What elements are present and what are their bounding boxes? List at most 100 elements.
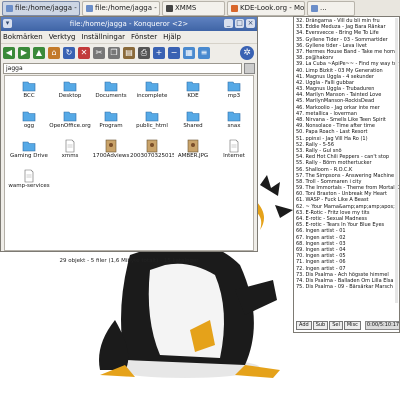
file-item[interactable]: OpenOffice.org: [48, 108, 92, 134]
file-item[interactable]: KDE: [171, 78, 215, 104]
folder-icon: [186, 108, 200, 122]
file-item[interactable]: xmms: [48, 138, 92, 164]
file-item[interactable]: BCC: [7, 78, 51, 104]
location-go-button[interactable]: [244, 62, 255, 74]
document-icon: [63, 138, 77, 153]
file-item[interactable]: Internet: [212, 138, 256, 164]
file-item[interactable]: AMBER.JPG: [171, 138, 215, 164]
playlist-item[interactable]: 39. La Cuba ~ApiPe~~ - Find my way to yo…: [296, 61, 399, 67]
kde-gear-icon[interactable]: ✲: [240, 46, 254, 60]
window-icon: [311, 4, 318, 12]
playlist[interactable]: 32. Drängarna - Vill du bli min fru 33. E…: [296, 18, 399, 303]
window-title: file:/home/jagga - Konqueror <2>: [69, 20, 189, 28]
location-input[interactable]: jagga: [3, 62, 242, 74]
file-item-label: OpenOffice.org: [49, 123, 91, 129]
taskbar-item-konqueror-1[interactable]: file:/home/jagga - Konq...: [2, 0, 80, 16]
taskbar-item-more[interactable]: ...: [307, 0, 355, 16]
taskbar-item-kde-look[interactable]: KDE-Look.org - Mo...: [227, 0, 305, 16]
file-item[interactable]: public_html: [130, 108, 174, 134]
file-item-label: Gaming Drive: [10, 153, 48, 159]
file-item[interactable]: Shared: [171, 108, 215, 134]
file-item[interactable]: Gaming Drive: [7, 138, 51, 164]
file-item[interactable]: Documents: [89, 78, 133, 104]
icon-view-icon[interactable]: ▦: [183, 47, 195, 59]
file-item[interactable]: 2003070325015 3.jpg: [130, 138, 174, 164]
stop-icon[interactable]: ✕: [78, 47, 90, 59]
home-icon[interactable]: ⌂: [48, 47, 60, 59]
folder-icon: [22, 78, 36, 92]
cut-icon[interactable]: ✂: [93, 47, 105, 59]
browser-icon: [231, 4, 238, 12]
playlist-item[interactable]: 75. Dis Psalma - 09 - Bärsärkar Marsch: [296, 284, 399, 290]
playlist-sub-button[interactable]: Sub: [312, 321, 329, 330]
file-view[interactable]: BCC Desktop Documents incomplete KDE mp3 ogg Op…: [4, 75, 254, 251]
file-item-label: wamp-services: [8, 183, 50, 189]
folder-icon: [227, 78, 241, 92]
folder-icon: [22, 138, 36, 152]
reload-icon[interactable]: ↻: [63, 47, 75, 59]
playlist-scrollbar[interactable]: [395, 18, 398, 303]
file-item-label: Shared: [183, 123, 203, 129]
file-item-label: BCC: [23, 93, 35, 99]
forward-icon[interactable]: ▶: [18, 47, 30, 59]
file-item[interactable]: ogg: [7, 108, 51, 134]
file-item[interactable]: Desktop: [48, 78, 92, 104]
playlist-sel-button[interactable]: Sel: [329, 321, 343, 330]
file-item[interactable]: 1700Adviews: [89, 138, 133, 164]
list-view-icon[interactable]: ≡: [198, 47, 210, 59]
window-titlebar[interactable]: ▾ file:/home/jagga - Konqueror <2> _ □ ×: [1, 17, 257, 31]
folder-icon: [22, 108, 36, 122]
menu-settings[interactable]: Inställningar: [82, 33, 126, 41]
file-item-label: snax: [227, 123, 241, 129]
playlist-item[interactable]: 57. The Simpsons - Answering Machine: [296, 173, 399, 179]
taskbar-item-label: XMMS: [175, 4, 197, 12]
taskbar-item-label: KDE-Look.org - Mo...: [240, 4, 305, 12]
taskbar-item-konqueror-2[interactable]: file:/home/jagga - Konq...: [82, 0, 160, 16]
file-item-label: xmms: [61, 153, 79, 159]
zoom-in-icon[interactable]: +: [153, 47, 165, 59]
file-item[interactable]: incomplete: [130, 78, 174, 104]
minimize-button[interactable]: _: [224, 19, 233, 28]
paste-icon[interactable]: ▤: [123, 47, 135, 59]
back-icon[interactable]: ◀: [3, 47, 15, 59]
menu-tools[interactable]: Verktyg: [49, 33, 76, 41]
file-item[interactable]: snax: [212, 108, 256, 134]
file-item-label: Documents: [95, 93, 127, 99]
file-item[interactable]: Program: [89, 108, 133, 134]
playlist-add-button[interactable]: Add: [296, 321, 312, 330]
up-icon[interactable]: ▲: [33, 47, 45, 59]
copy-icon[interactable]: ❐: [108, 47, 120, 59]
menu-help[interactable]: Hjälp: [163, 33, 181, 41]
folder-icon: [63, 78, 77, 92]
file-item-label: AMBER.JPG: [177, 153, 209, 159]
folder-icon: [227, 108, 241, 122]
print-icon[interactable]: ⎙: [138, 47, 150, 59]
playlist-item[interactable]: 35. Gyllene Tider - 03 - Sommartider: [296, 37, 399, 43]
file-item[interactable]: wamp-services: [7, 168, 51, 194]
playlist-misc-button[interactable]: Misc: [343, 321, 361, 330]
file-item-label: public_html: [136, 123, 168, 129]
window-menu-button[interactable]: ▾: [3, 19, 12, 28]
playlist-time: 0:00/5:10:17: [364, 321, 400, 330]
folder-icon: [104, 78, 118, 92]
maximize-button[interactable]: □: [235, 19, 244, 28]
taskbar-item-label: file:/home/jagga - Konq...: [95, 4, 159, 12]
folder-icon: [145, 108, 159, 122]
file-item[interactable]: mp3: [212, 78, 256, 104]
menu-bookmarks[interactable]: Bokmärken: [3, 33, 43, 41]
menubar: Bokmärken Verktyg Inställningar Fönster …: [1, 31, 257, 43]
file-item-label: Internet: [223, 153, 245, 159]
playlist-item[interactable]: 73. Dis Psalma - Ach högsste himmel: [296, 272, 399, 278]
close-button[interactable]: ×: [246, 19, 255, 28]
taskbar-item-label: file:/home/jagga - Konq...: [15, 4, 79, 12]
zoom-out-icon[interactable]: −: [168, 47, 180, 59]
playlist-item[interactable]: 62. ~ Your Mama&amp;amp;amp;apos;s so fi…: [296, 204, 399, 210]
status-bar: 29 objekt - 5 filer (1,6 Mibyte totalt) …: [59, 258, 199, 264]
playlist-controls: Add Sub Sel Misc 0:00/5:10:17: [296, 320, 400, 331]
file-item-label: mp3: [227, 93, 241, 99]
file-item-label: Desktop: [58, 93, 82, 99]
taskbar-item-xmms[interactable]: XMMS: [162, 0, 225, 16]
taskbar: file:/home/jagga - Konq... file:/home/ja…: [0, 0, 400, 17]
menu-window[interactable]: Fönster: [131, 33, 157, 41]
toolbar: ◀ ▶ ▲ ⌂ ↻ ✕ ✂ ❐ ▤ ⎙ + − ▦ ≡ ✲: [1, 43, 257, 62]
